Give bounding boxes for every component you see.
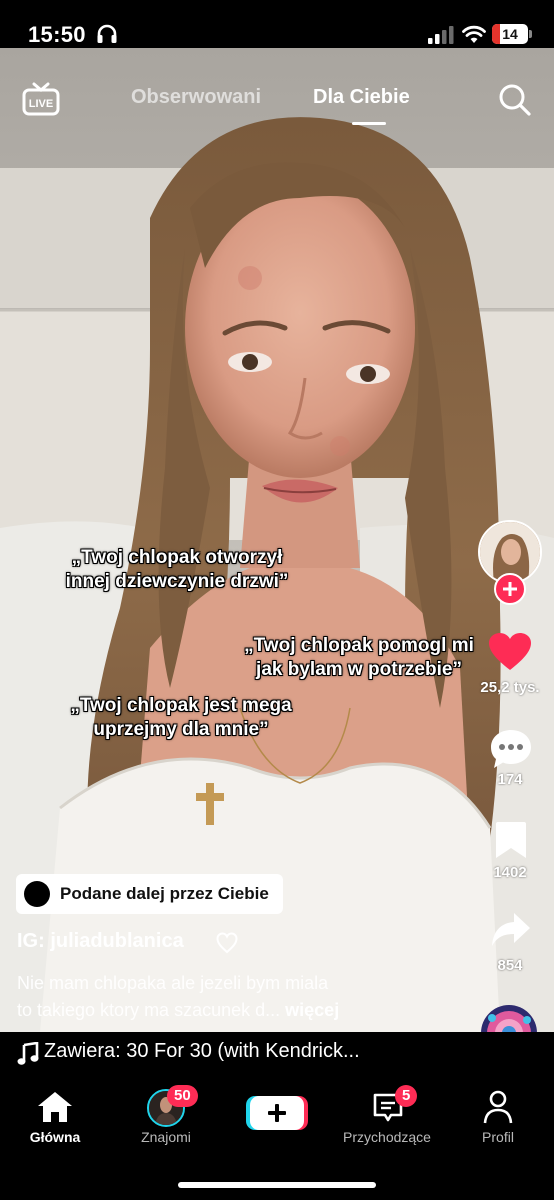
battery-percent: 14 xyxy=(502,26,518,42)
status-bar: 15:50 14 xyxy=(0,0,554,48)
overlay-caption-line: „Twoj chlopak otworzył xyxy=(71,547,283,568)
overlay-caption-line: jak bylam w potrzebie” xyxy=(256,659,462,680)
nav-label-home[interactable]: Główna xyxy=(0,1129,115,1145)
user-avatar-dot xyxy=(24,881,50,907)
creator-username[interactable]: IG: juliadublanica xyxy=(17,930,184,953)
friends-badge: 50 xyxy=(167,1085,198,1107)
post-caption[interactable]: Nie mam chlopaka ale jezeli bym miala to… xyxy=(17,970,457,1024)
like-heart-icon[interactable] xyxy=(488,632,532,672)
caption-text: to takiego ktory ma szacunek d... xyxy=(17,1000,281,1020)
reposted-text: Podane dalej przez Ciebie xyxy=(60,884,269,903)
tab-following[interactable]: Obserwowani xyxy=(131,86,261,109)
cellular-signal-icon xyxy=(428,26,454,44)
overlay-caption-line: „Twoj chlopak jest mega xyxy=(70,695,292,716)
overlay-caption-line: „Twoj chlopak pomogl mi xyxy=(244,635,474,656)
battery-cap xyxy=(529,30,532,38)
overlay-caption-line: uprzejmy dla mnie” xyxy=(93,719,269,740)
svg-text:LIVE: LIVE xyxy=(29,98,53,110)
nav-label-profile[interactable]: Profil xyxy=(438,1129,554,1145)
follow-button[interactable] xyxy=(494,573,526,605)
music-title[interactable]: Zawiera: 30 For 30 (with Kendrick... xyxy=(44,1040,360,1063)
share-count: 854 xyxy=(497,957,523,974)
overlay-caption-1: „Twoj chlopak otworzył innej dziewczynie… xyxy=(52,546,302,594)
overlay-caption-3: „Twoj chlopak jest mega uprzejmy dla mni… xyxy=(50,694,312,742)
nav-label-inbox[interactable]: Przychodzące xyxy=(327,1129,447,1145)
home-icon[interactable] xyxy=(37,1091,73,1123)
create-plus-icon[interactable] xyxy=(246,1094,308,1132)
live-tv-icon[interactable]: LIVE xyxy=(22,82,60,118)
tab-for-you[interactable]: Dla Ciebie xyxy=(313,86,410,109)
comment-icon[interactable] xyxy=(489,728,533,770)
search-icon[interactable] xyxy=(498,83,532,117)
wifi-icon xyxy=(462,25,486,43)
share-arrow-icon[interactable] xyxy=(490,910,532,952)
home-indicator[interactable] xyxy=(178,1182,376,1188)
profile-icon[interactable] xyxy=(483,1090,513,1124)
overlay-caption-2: „Twoj chlopak pomogl mi jak bylam w potr… xyxy=(228,634,490,682)
caption-line: to takiego ktory ma szacunek d... więcej xyxy=(17,997,457,1024)
heart-outline-icon xyxy=(216,932,238,954)
comment-count: 174 xyxy=(497,771,523,788)
caption-line: Nie mam chlopaka ale jezeli bym miala xyxy=(17,973,329,993)
nav-label-friends[interactable]: Znajomi xyxy=(106,1129,226,1145)
like-count: 25,2 tys. xyxy=(480,679,540,696)
bookmark-icon[interactable] xyxy=(494,820,528,860)
active-tab-indicator xyxy=(352,122,386,125)
see-more-link[interactable]: więcej xyxy=(285,1000,339,1020)
music-note-icon xyxy=(17,1042,39,1065)
save-count: 1402 xyxy=(493,864,527,881)
headphones-icon xyxy=(97,24,117,43)
status-time: 15:50 xyxy=(28,22,86,47)
reposted-by-you-label[interactable]: Podane dalej przez Ciebie xyxy=(16,874,283,914)
overlay-caption-line: innej dziewczynie drzwi” xyxy=(65,571,289,592)
battery-indicator: 14 xyxy=(492,24,528,44)
